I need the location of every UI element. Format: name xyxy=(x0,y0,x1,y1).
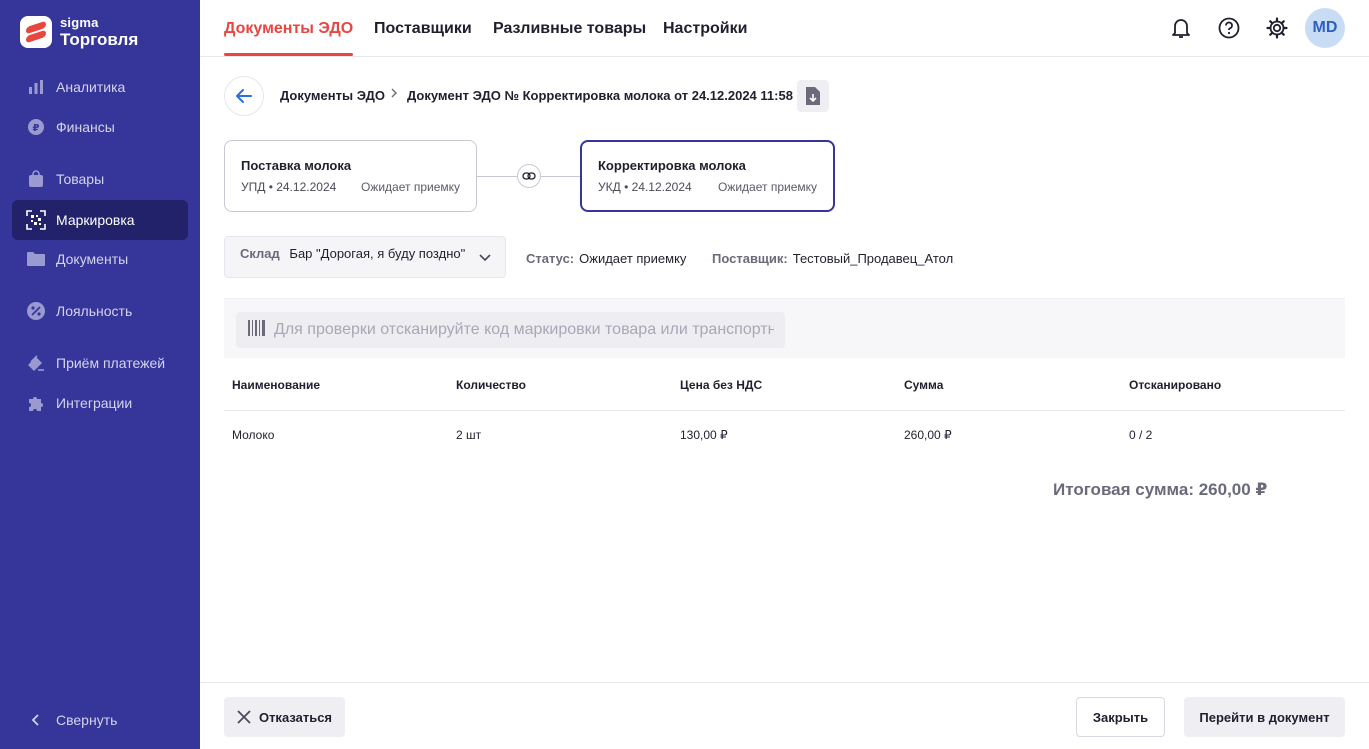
scan-input[interactable] xyxy=(274,321,774,339)
decline-button[interactable]: Отказаться xyxy=(224,697,345,737)
ruble-coin-icon: ₽ xyxy=(26,117,46,137)
supplier-info: Поставщик: Тестовый_Продавец_Атол xyxy=(712,251,953,266)
tab-suppliers[interactable]: Поставщики xyxy=(374,0,472,57)
top-navigation: Документы ЭДО Поставщики Разливные товар… xyxy=(200,0,1369,57)
logo-line2: Торговля xyxy=(60,30,139,49)
scan-field[interactable] xyxy=(236,312,785,348)
scan-panel xyxy=(224,298,1345,358)
sidebar: sigma Торговля Аналитика ₽ Финансы Товар… xyxy=(0,0,200,749)
logo-line1: sigma xyxy=(60,15,99,30)
sidebar-item-loyalty[interactable]: Лояльность xyxy=(12,291,188,331)
sidebar-item-payments[interactable]: Приём платежей xyxy=(12,343,188,383)
back-button[interactable] xyxy=(224,76,264,116)
shopping-bag-icon xyxy=(26,169,46,189)
breadcrumb-root[interactable]: Документы ЭДО xyxy=(280,88,385,103)
close-icon xyxy=(237,710,251,724)
sidebar-item-marking[interactable]: Маркировка xyxy=(12,200,188,240)
bell-icon[interactable] xyxy=(1167,14,1195,42)
breadcrumb-current: Документ ЭДО № Корректировка молока от 2… xyxy=(407,88,793,103)
tab-draft-goods[interactable]: Разливные товары xyxy=(493,0,646,57)
status-value: Ожидает приемку xyxy=(579,251,687,266)
sidebar-item-label: Документы xyxy=(56,251,129,267)
download-document-button[interactable] xyxy=(797,80,829,112)
file-download-icon xyxy=(806,87,820,105)
arrow-left-icon xyxy=(236,89,252,103)
gear-icon[interactable] xyxy=(1263,14,1291,42)
cell-quantity: 2 шт xyxy=(456,428,482,442)
chevron-down-icon xyxy=(479,250,491,265)
total-sum: Итоговая сумма: 260,00 ₽ xyxy=(1053,480,1268,499)
warehouse-value: Бар "Дорогая, я буду поздно" xyxy=(289,246,466,261)
table-header-divider xyxy=(224,410,1345,411)
sidebar-item-finance[interactable]: ₽ Финансы xyxy=(12,107,188,147)
action-footer: Отказаться Закрыть Перейти в документ xyxy=(200,682,1369,749)
sidebar-item-integrations[interactable]: Интеграции xyxy=(12,383,188,423)
document-date: 24.12.2024 xyxy=(276,180,337,194)
sidebar-item-label: Маркировка xyxy=(56,212,135,228)
column-header-name: Наименование xyxy=(232,378,321,392)
sidebar-collapse[interactable]: Свернуть xyxy=(12,700,188,740)
cell-scanned: 0 / 2 xyxy=(1129,428,1153,442)
sidebar-item-label: Приём платежей xyxy=(56,355,166,371)
warehouse-label: Склад xyxy=(240,246,280,261)
close-button[interactable]: Закрыть xyxy=(1076,697,1165,737)
chevron-left-icon xyxy=(26,710,46,730)
puzzle-icon xyxy=(26,393,46,413)
sidebar-item-documents[interactable]: Документы xyxy=(12,239,188,279)
sigma-logo-icon xyxy=(20,16,52,48)
go-to-document-button[interactable]: Перейти в документ xyxy=(1184,697,1345,737)
percent-badge-icon xyxy=(26,301,46,321)
document-type: УПД xyxy=(241,180,266,194)
bar-chart-icon xyxy=(26,77,46,97)
sidebar-item-label: Интеграции xyxy=(56,395,133,411)
column-header-quantity: Количество xyxy=(456,378,526,392)
sidebar-item-label: Лояльность xyxy=(56,303,133,319)
app-logo[interactable]: sigma Торговля xyxy=(20,16,138,48)
decline-label: Отказаться xyxy=(258,709,333,725)
barcode-icon xyxy=(248,319,266,341)
status-label: Статус: xyxy=(526,251,575,266)
document-title: Поставка молока xyxy=(241,158,352,173)
cell-name: Молоко xyxy=(232,428,275,442)
svg-text:₽: ₽ xyxy=(33,123,40,134)
document-card-delivery[interactable]: Поставка молока УПД • 24.12.2024 Ожидает… xyxy=(224,140,477,212)
document-title: Корректировка молока xyxy=(598,158,746,173)
document-status: Ожидает приемку xyxy=(360,180,460,194)
sidebar-item-label: Аналитика xyxy=(56,79,126,95)
sidebar-collapse-label: Свернуть xyxy=(56,712,118,728)
sidebar-item-analytics[interactable]: Аналитика xyxy=(12,67,188,107)
document-status-info: Статус: Ожидает приемку xyxy=(526,251,686,266)
sidebar-item-label: Финансы xyxy=(56,119,115,135)
warehouse-select[interactable]: Склад Бар "Дорогая, я буду поздно" xyxy=(224,236,506,278)
supplier-value: Тестовый_Продавец_Атол xyxy=(792,251,954,266)
column-header-sum: Сумма xyxy=(904,378,944,392)
sidebar-item-goods[interactable]: Товары xyxy=(12,159,188,199)
cell-sum: 260,00 ₽ xyxy=(904,428,952,442)
supplier-label: Поставщик: xyxy=(712,251,788,266)
tab-settings[interactable]: Настройки xyxy=(663,0,747,57)
link-icon xyxy=(517,164,541,188)
help-icon[interactable] xyxy=(1215,14,1243,42)
document-date: 24.12.2024 xyxy=(631,180,692,194)
document-status: Ожидает приемку xyxy=(717,180,817,194)
sidebar-item-label: Товары xyxy=(56,171,105,187)
breadcrumb-chevron-icon xyxy=(390,87,398,102)
document-card-correction[interactable]: Корректировка молока УКД • 24.12.2024 Ож… xyxy=(580,140,835,212)
cell-price: 130,00 ₽ xyxy=(680,428,728,442)
column-header-price: Цена без НДС xyxy=(680,378,763,392)
card-stack-icon xyxy=(26,353,46,373)
document-type: УКД xyxy=(598,180,621,194)
column-header-scanned: Отсканировано xyxy=(1129,378,1222,392)
datamatrix-scan-icon xyxy=(26,210,46,230)
tab-edo-documents[interactable]: Документы ЭДО xyxy=(224,0,354,57)
avatar[interactable]: MD xyxy=(1305,8,1345,48)
folder-icon xyxy=(26,249,46,269)
